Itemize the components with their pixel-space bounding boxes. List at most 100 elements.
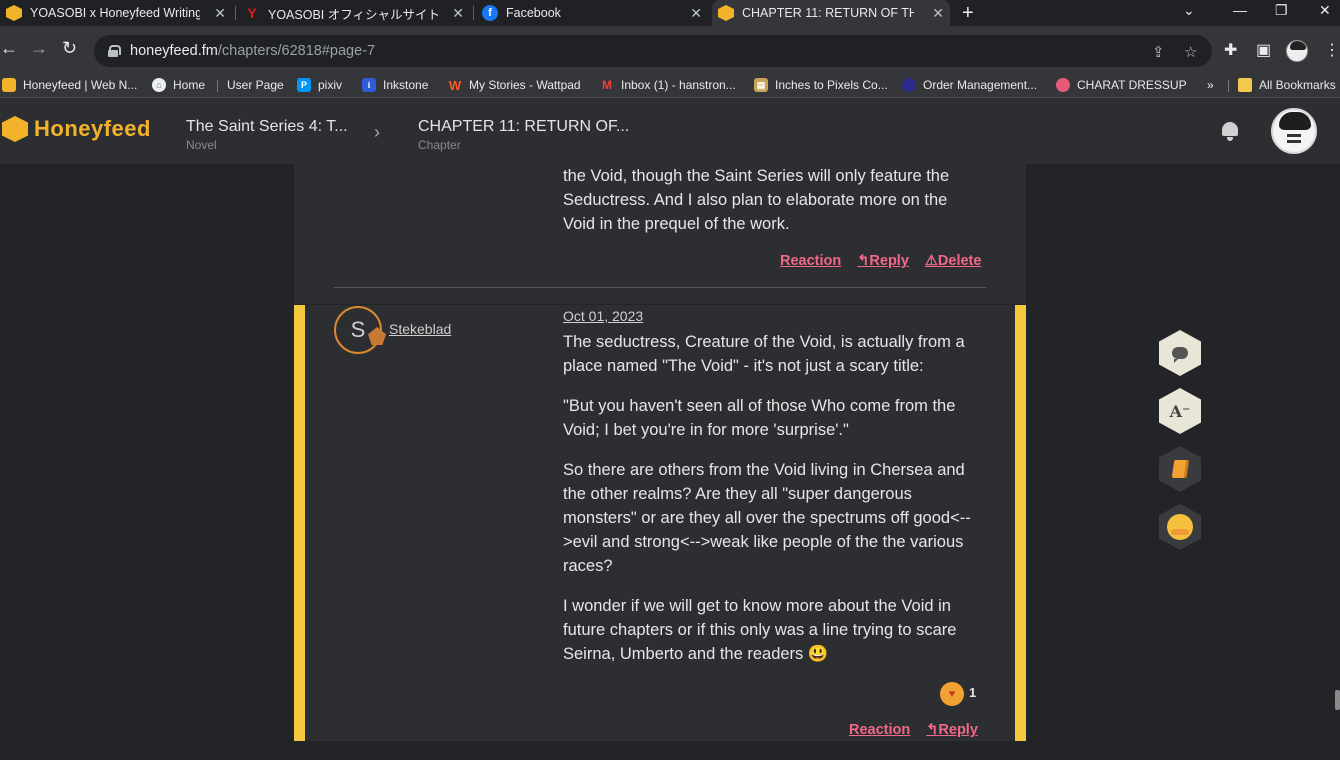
back-icon[interactable]: ← (0, 38, 18, 59)
browser-tab[interactable]: f Facebook ✕ (476, 0, 708, 26)
tab-title: YOASOBI x Honeyfeed Writing C (30, 6, 200, 20)
bookmark-item[interactable]: ▤ Inches to Pixels Co... (754, 78, 888, 92)
comment-divider (334, 287, 986, 288)
commenter-username[interactable]: Stekeblad (389, 321, 451, 337)
bookmark-item[interactable]: i Inkstone (362, 78, 428, 92)
reply-button[interactable]: ↰Reply (857, 253, 909, 269)
logo-text: Honeyfeed (34, 116, 151, 141)
comment-actions: Reaction ↰Reply ⚠Delete (780, 253, 981, 269)
bookmark-divider (217, 80, 218, 92)
reply-label: Reply (938, 722, 978, 738)
honeyfeed-icon (2, 78, 16, 92)
tab-divider (473, 6, 474, 20)
bookmark-label: Inches to Pixels Co... (775, 78, 888, 92)
pixiv-icon: P (297, 78, 311, 92)
breadcrumb-title: The Saint Series 4: T... (186, 118, 348, 135)
close-window-icon[interactable]: ✕ (1319, 2, 1331, 19)
reaction-button[interactable]: Reaction (849, 722, 910, 738)
url-path: /chapters/62818#page-7 (217, 43, 376, 59)
share-icon[interactable]: ⇪ (1152, 43, 1165, 61)
heart-eyes-reaction-icon[interactable]: ♥ (940, 682, 964, 706)
bookmark-item[interactable]: P pixiv (297, 78, 342, 92)
chapter-list-button[interactable] (1159, 446, 1201, 492)
folder-icon (1238, 78, 1252, 92)
site-header: Honeyfeed The Saint Series 4: T... Novel… (0, 98, 1340, 164)
url-host: honeyfeed.fm (130, 43, 218, 59)
comment-date[interactable]: Oct 01, 2023 (563, 308, 643, 324)
comment-paragraph: the Void, though the Saint Series will o… (563, 167, 950, 233)
profile-avatar[interactable] (1286, 40, 1308, 62)
breadcrumb-type: Novel (186, 138, 217, 152)
breadcrumb-novel[interactable]: The Saint Series 4: T... Novel (186, 118, 348, 152)
browser-tab[interactable]: YOASOBI x Honeyfeed Writing C ✕ (0, 0, 232, 26)
comments-tool-button[interactable] (1159, 330, 1201, 376)
bookmark-item[interactable]: ⌂ Home (152, 78, 205, 92)
bookmark-divider (1228, 80, 1229, 92)
tab-search-icon[interactable]: ⌄ (1183, 2, 1195, 19)
reaction-button[interactable]: Reaction (780, 253, 841, 269)
bookmark-label: CHARAT DRESSUP (1077, 78, 1187, 92)
chat-bubble-icon (1172, 347, 1188, 363)
reload-icon[interactable]: ↻ (62, 38, 77, 59)
book-icon (1171, 460, 1189, 478)
font-size-tool-button[interactable]: A⁻ (1159, 388, 1201, 434)
reply-button[interactable]: ↰Reply (926, 722, 978, 738)
chevron-right-icon: › (374, 122, 380, 142)
side-panel-icon[interactable]: ▣ (1256, 40, 1271, 60)
bookmark-label: pixiv (318, 78, 343, 92)
all-bookmarks-button[interactable]: All Bookmarks (1238, 78, 1336, 92)
bookmarks-bar: Honeyfeed | Web N... ⌂ Home User Page P … (0, 74, 1340, 98)
bookmark-item[interactable]: Honeyfeed | Web N... (2, 78, 137, 92)
comment-actions: Reaction ↰Reply (849, 722, 978, 738)
hugging-face-icon (1167, 514, 1193, 540)
converter-icon: ▤ (754, 78, 768, 92)
more-bookmarks-button[interactable]: » (1207, 78, 1214, 92)
logo-icon (2, 116, 28, 142)
honeyfeed-logo[interactable]: Honeyfeed (2, 116, 151, 142)
delete-button[interactable]: ⚠Delete (925, 253, 982, 269)
bookmark-label: Order Management... (923, 78, 1038, 92)
minimize-icon[interactable]: — (1233, 2, 1247, 18)
reply-label: Reply (869, 253, 909, 269)
comment-paragraph: I wonder if we will get to know more abo… (563, 597, 957, 663)
user-avatar[interactable] (1271, 108, 1317, 154)
reaction-tool-button[interactable] (1159, 504, 1201, 550)
lock-icon[interactable] (108, 45, 121, 57)
notification-bell-icon[interactable] (1219, 120, 1241, 142)
forward-icon[interactable]: → (30, 38, 48, 59)
close-tab-icon[interactable]: ✕ (932, 5, 944, 22)
close-tab-icon[interactable]: ✕ (214, 5, 226, 22)
page-scrollbar[interactable] (1335, 690, 1340, 710)
all-bookmarks-label: All Bookmarks (1259, 78, 1336, 92)
bookmark-label: User Page (227, 78, 284, 92)
browser-tab-active[interactable]: CHAPTER 11: RETURN OF THE SA ✕ (712, 0, 950, 26)
comment-paragraph: The seductress, Creature of the Void, is… (563, 333, 965, 375)
extensions-icon[interactable]: ✚ (1224, 40, 1237, 60)
bookmark-item[interactable]: M Inbox (1) - hanstron... (600, 78, 736, 92)
comment-paragraph: "But you haven't seen all of those Who c… (563, 397, 956, 439)
bookmark-item[interactable]: User Page (227, 78, 284, 92)
honeyfeed-icon (6, 5, 22, 21)
bookmark-label: Home (173, 78, 206, 92)
tab-title: YOASOBI オフィシャルサイト (268, 7, 438, 22)
bookmark-item[interactable]: W My Stories - Wattpad (448, 77, 581, 93)
bookmark-item[interactable]: Order Management... (902, 78, 1037, 92)
font-size-icon: A⁻ (1169, 401, 1191, 421)
new-tab-icon[interactable]: + (962, 2, 974, 25)
address-bar[interactable]: honeyfeed.fm/chapters/62818#page-7 ⇪ ☆ (94, 35, 1212, 67)
wattpad-icon: W (448, 77, 462, 93)
bookmark-item[interactable]: CHARAT DRESSUP (1056, 78, 1187, 92)
breadcrumb-chapter[interactable]: CHAPTER 11: RETURN OF... Chapter (418, 118, 629, 152)
menu-icon[interactable]: ⋮ (1324, 40, 1340, 60)
honeyfeed-icon (718, 5, 734, 21)
close-tab-icon[interactable]: ✕ (690, 5, 702, 22)
comment-paragraph: So there are others from the Void living… (563, 461, 971, 575)
maximize-icon[interactable]: ❐ (1275, 2, 1288, 19)
browser-tab[interactable]: Y YOASOBI オフィシャルサイト ✕ (238, 0, 470, 26)
comments-section: the Void, though the Saint Series will o… (294, 164, 1026, 760)
comment-body: the Void, though the Saint Series will o… (563, 164, 983, 252)
tab-divider (235, 6, 236, 20)
bookmark-star-icon[interactable]: ☆ (1184, 43, 1197, 61)
tab-title: CHAPTER 11: RETURN OF THE SA (742, 6, 914, 20)
close-tab-icon[interactable]: ✕ (452, 5, 464, 22)
